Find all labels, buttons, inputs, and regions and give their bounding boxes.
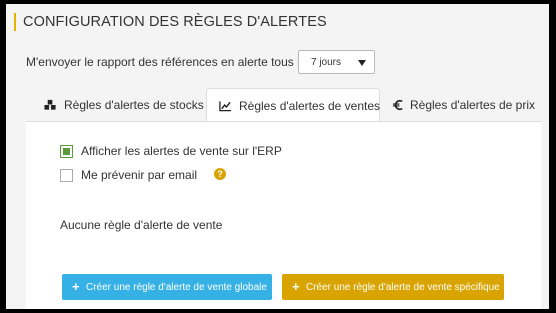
create-specific-rule-button[interactable]: + Créer une règle d'alerte de vente spéc…: [282, 274, 504, 300]
sales-alerts-panel: Afficher les alertes de vente sur l'ERP …: [26, 121, 541, 309]
tab-price-alerts-label: Règles d'alertes de prix: [410, 98, 536, 112]
report-frequency-label: M'envoyer le rapport des références en a…: [26, 55, 313, 69]
create-global-rule-label: Créer une règle d'alerte de vente global…: [86, 282, 267, 293]
tab-price-alerts[interactable]: Règles d'alertes de prix: [386, 88, 546, 122]
cubes-icon: [44, 99, 56, 110]
tab-sales-alerts[interactable]: Règles d'alertes de ventes: [206, 88, 380, 122]
tab-stock-alerts[interactable]: Règles d'alertes de stocks: [36, 88, 204, 122]
create-global-rule-button[interactable]: + Créer une règle d'alerte de vente glob…: [62, 274, 272, 300]
section-header: CONFIGURATION DES RÈGLES D'ALERTES: [14, 10, 541, 36]
erp-alerts-label: Afficher les alertes de vente sur l'ERP: [81, 144, 282, 158]
line-chart-icon: [219, 101, 232, 112]
report-frequency-select[interactable]: 7 jours: [298, 50, 375, 74]
email-alerts-label: Me prévenir par email: [81, 168, 198, 182]
header-accent-bar: [14, 13, 16, 31]
erp-alerts-checkbox[interactable]: [60, 145, 73, 158]
faded-overlay-text: [18, 34, 258, 42]
plus-icon: +: [72, 279, 80, 294]
alert-rules-configuration: CONFIGURATION DES RÈGLES D'ALERTES M'env…: [6, 4, 549, 309]
caret-down-icon: [358, 60, 366, 66]
create-specific-rule-label: Créer une règle d'alerte de vente spécif…: [306, 282, 500, 293]
question-circle-icon[interactable]: ?: [214, 168, 226, 180]
empty-rules-message: Aucune règle d'alerte de vente: [60, 218, 223, 232]
tab-sales-alerts-label: Règles d'alertes de ventes: [239, 99, 381, 113]
faded-overlay-text: [18, 44, 254, 52]
alert-tabs: Règles d'alertes de stocks Règles d'aler…: [26, 88, 549, 122]
page-title: CONFIGURATION DES RÈGLES D'ALERTES: [23, 14, 327, 30]
tab-stock-alerts-label: Règles d'alertes de stocks: [64, 98, 204, 112]
plus-icon: +: [292, 279, 300, 294]
euro-icon: [392, 99, 403, 111]
report-frequency-value: 7 jours: [311, 57, 342, 68]
email-alerts-checkbox[interactable]: [60, 169, 73, 182]
